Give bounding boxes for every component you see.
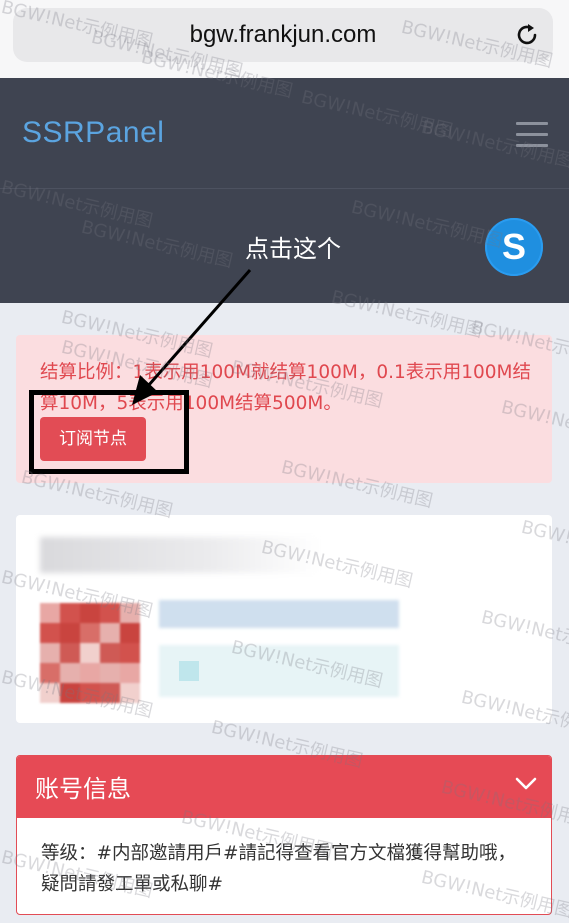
brand-logo[interactable]: SSRPanel [22,116,164,150]
account-level-text: 等级：#内部邀請用戶#請記得查看官方文檔獲得幫助哦，疑問請發工單或私聊# [41,843,517,895]
hamburger-menu-icon[interactable] [516,122,548,147]
browser-toolbar: bgw.frankjun.com [0,0,569,78]
chevron-down-icon[interactable] [515,776,537,792]
annotation-highlight-box [29,390,189,474]
account-info-header[interactable]: 账号信息 [17,756,551,818]
url-text[interactable]: bgw.frankjun.com [13,21,553,49]
app-header: SSRPanel [0,78,569,188]
annotation-label: 点击这个 [245,235,341,263]
account-info-title: 账号信息 [35,775,131,803]
user-bar: 点击这个 S [0,189,569,303]
blurred-username [40,537,320,573]
blurred-info-line [159,600,399,628]
blurred-info-dot [179,661,199,681]
blurred-avatar [40,603,140,703]
profile-card [16,515,552,723]
user-avatar[interactable]: S [485,218,543,276]
address-bar[interactable]: bgw.frankjun.com [13,8,553,62]
account-info-card: 账号信息 等级：#内部邀請用戶#請記得查看官方文檔獲得幫助哦，疑問請發工單或私聊… [16,755,552,915]
reload-icon[interactable] [513,21,541,49]
